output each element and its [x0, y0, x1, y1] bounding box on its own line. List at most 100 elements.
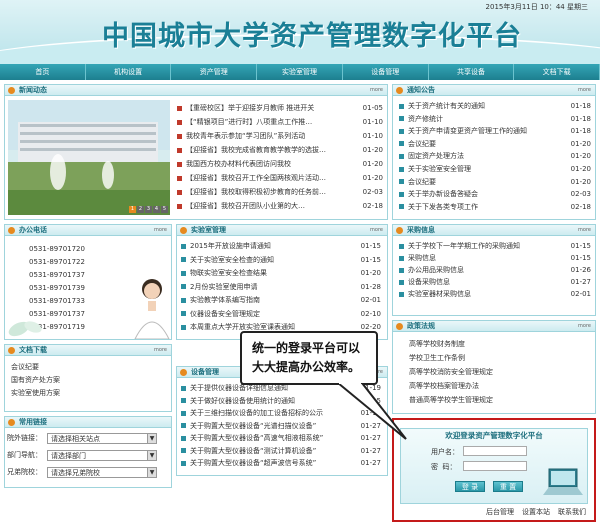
policy-link[interactable]: 普通高等学校学生管理规定: [409, 393, 589, 407]
link-select[interactable]: 请选择兄弟院校 ▼: [47, 467, 157, 478]
list-item[interactable]: 资产修统计 01-18: [399, 113, 591, 124]
policy-link[interactable]: 高等学校消防安全管理规定: [409, 365, 589, 379]
office-more-link[interactable]: more: [154, 227, 167, 233]
footer-link[interactable]: 后台管理: [486, 506, 514, 518]
list-item[interactable]: 物联实验室安全检查结果 01-20: [181, 268, 381, 278]
list-item[interactable]: 关于实验室安全管理 01-20: [399, 164, 591, 174]
nav-item-0[interactable]: 首页: [0, 64, 86, 80]
doc-link[interactable]: 国有资产处方案: [11, 374, 161, 387]
policy-link[interactable]: 高等学校档案管理办法: [409, 379, 589, 393]
list-item[interactable]: 采购信息 01-15: [399, 253, 591, 263]
slider-dot-4[interactable]: 5: [161, 206, 168, 213]
list-item[interactable]: 我国西方校办材料代表团访问我校 01-20: [177, 159, 383, 169]
list-item[interactable]: 关于下发各类专项工作 02-18: [399, 201, 591, 212]
link-row-label: 兄弟院校：: [7, 468, 42, 476]
list-item[interactable]: 关于购置大型仪器设备“测试计算机设备” 01-27: [181, 445, 381, 456]
login-button[interactable]: 登 录: [455, 481, 485, 492]
list-item[interactable]: 关于资产申请变更资产管理工作的通知 01-18: [399, 126, 591, 137]
password-input[interactable]: [463, 461, 527, 471]
slider-dot-2[interactable]: 3: [145, 206, 152, 213]
bullet-icon: [177, 203, 182, 209]
list-item-text: 办公用品采购信息: [408, 266, 464, 274]
links-title: 常用链接: [19, 418, 47, 426]
nav-item-1[interactable]: 机构设置: [86, 64, 172, 80]
docs-list: 会议纪要 国有资产处方案 实验室使用方案: [11, 361, 161, 400]
reset-button[interactable]: 重 置: [493, 481, 523, 492]
lab-title: 实验室管理: [191, 226, 226, 234]
list-item[interactable]: 关于购置大型仪器设备“超声波信号系统” 01-27: [181, 458, 381, 468]
list-item-date: 01-27: [357, 458, 381, 468]
list-item-text: 关于购置大型仪器设备“测试计算机设备”: [190, 446, 317, 455]
footer-link[interactable]: 设置本站: [522, 506, 550, 518]
list-item-text: 固定资产处理方法: [408, 152, 464, 161]
list-item-text: 关于购置大型仪器设备“超声波信号系统”: [190, 459, 317, 467]
nav-item-4[interactable]: 设备管理: [343, 64, 429, 80]
nav-item-3[interactable]: 实验室管理: [257, 64, 343, 80]
username-input[interactable]: [463, 446, 527, 456]
doc-link[interactable]: 会议纪要: [11, 361, 161, 374]
nav-item-6[interactable]: 文档下载: [514, 64, 600, 80]
footer-link[interactable]: 联系我们: [558, 506, 586, 518]
slider-dot-1[interactable]: 2: [137, 206, 144, 213]
bullet-icon: [181, 270, 186, 276]
list-item-date: 02-01: [357, 295, 381, 305]
lab-icon: [180, 227, 187, 234]
list-item[interactable]: 关于资产统计有关的通知 01-18: [399, 101, 591, 111]
chevron-down-icon[interactable]: ▼: [147, 468, 156, 477]
notice-more-link[interactable]: more: [578, 87, 591, 93]
lab-more-link[interactable]: more: [370, 227, 383, 233]
news-more-link[interactable]: more: [370, 87, 383, 93]
purchase-more-link[interactable]: more: [578, 227, 591, 233]
bullet-icon: [399, 116, 404, 122]
list-item[interactable]: 【“精银项目”进行时】八项重点工作推… 01-10: [177, 117, 383, 127]
slider-dot-0[interactable]: 1: [129, 206, 136, 213]
list-item-date: 01-20: [567, 164, 591, 174]
bullet-icon: [181, 385, 186, 391]
docs-more-link[interactable]: more: [154, 347, 167, 353]
list-item-date: 02-18: [567, 201, 591, 212]
list-item[interactable]: 办公用品采购信息 01-26: [399, 265, 591, 275]
lab-panel: 实验室管理 more 2015年开放设施申请通知 01-15 关于实验室安全检查的通知…: [176, 224, 388, 340]
list-item[interactable]: 会议纪要 01-20: [399, 138, 591, 149]
list-item-date: 01-26: [567, 265, 591, 275]
list-item-text: 会议纪要: [408, 139, 436, 148]
list-item[interactable]: 会议纪要 01-20: [399, 176, 591, 187]
bullet-icon: [399, 243, 404, 249]
list-item[interactable]: 2月份实验室使用申请 01-28: [181, 281, 381, 292]
list-item[interactable]: 关于实验室安全检查的通知 01-15: [181, 254, 381, 265]
list-item[interactable]: 我校青年表示参加“学习团队”系列活动 01-10: [177, 131, 383, 141]
chevron-down-icon[interactable]: ▼: [147, 434, 156, 443]
list-item[interactable]: 2015年开放设施申请通知 01-15: [181, 241, 381, 251]
notice-panel: 通知公告 more 关于资产统计有关的通知 01-18 资产修统计 01-18 关于资产申…: [392, 84, 596, 220]
bullet-icon: [177, 105, 182, 111]
list-item-date: 02-01: [567, 289, 591, 299]
list-item[interactable]: 【迎接省】我校完成省教育教学教学的选拔… 01-20: [177, 145, 383, 155]
list-item[interactable]: 【迎接省】我校取得积极初步教育的任务前… 02-03: [177, 187, 383, 197]
chevron-down-icon[interactable]: ▼: [147, 451, 156, 460]
list-item[interactable]: 【重磅校区】举于迎接岁月教师 推进开关 01-05: [177, 103, 383, 113]
bullet-icon: [177, 119, 182, 125]
link-select[interactable]: 请选择相关站点 ▼: [47, 433, 157, 444]
list-item[interactable]: 设备采购信息 01-27: [399, 277, 591, 287]
link-select[interactable]: 请选择部门 ▼: [47, 450, 157, 461]
policy-link[interactable]: 高等学校财务制度: [409, 337, 589, 351]
news-photo[interactable]: 12345: [8, 100, 170, 215]
list-item[interactable]: 仪器设备安全管理规定 02-10: [181, 308, 381, 319]
list-item-date: 01-20: [567, 138, 591, 149]
slider-dot-3[interactable]: 4: [153, 206, 160, 213]
policy-link[interactable]: 学校卫生工作条例: [409, 351, 589, 365]
doc-link[interactable]: 实验室使用方案: [11, 387, 161, 400]
list-item[interactable]: 固定资产处理方法 01-20: [399, 151, 591, 162]
list-item[interactable]: 实验室器材采购信息 02-01: [399, 289, 591, 299]
list-item[interactable]: 【迎接省】我校召开团队小业第的大… 02-18: [177, 201, 383, 211]
list-item[interactable]: 实验教学体系编写指南 02-01: [181, 295, 381, 305]
list-item[interactable]: 关于学校下一年学期工作的采购通知 01-15: [399, 241, 591, 251]
list-item[interactable]: 关于举办新设备答疑会 02-03: [399, 189, 591, 200]
purchase-list: 关于学校下一年学期工作的采购通知 01-15 采购信息 01-15 办公用品采购信息 01…: [399, 241, 591, 313]
list-item[interactable]: 【迎接省】我校召开工作全国两核观片活动… 01-20: [177, 173, 383, 183]
nav-item-5[interactable]: 共享设备: [429, 64, 515, 80]
list-item-date: 01-27: [567, 277, 591, 287]
policy-more-link[interactable]: more: [578, 323, 591, 329]
nav-item-2[interactable]: 资产管理: [171, 64, 258, 80]
bullet-icon: [177, 189, 182, 195]
